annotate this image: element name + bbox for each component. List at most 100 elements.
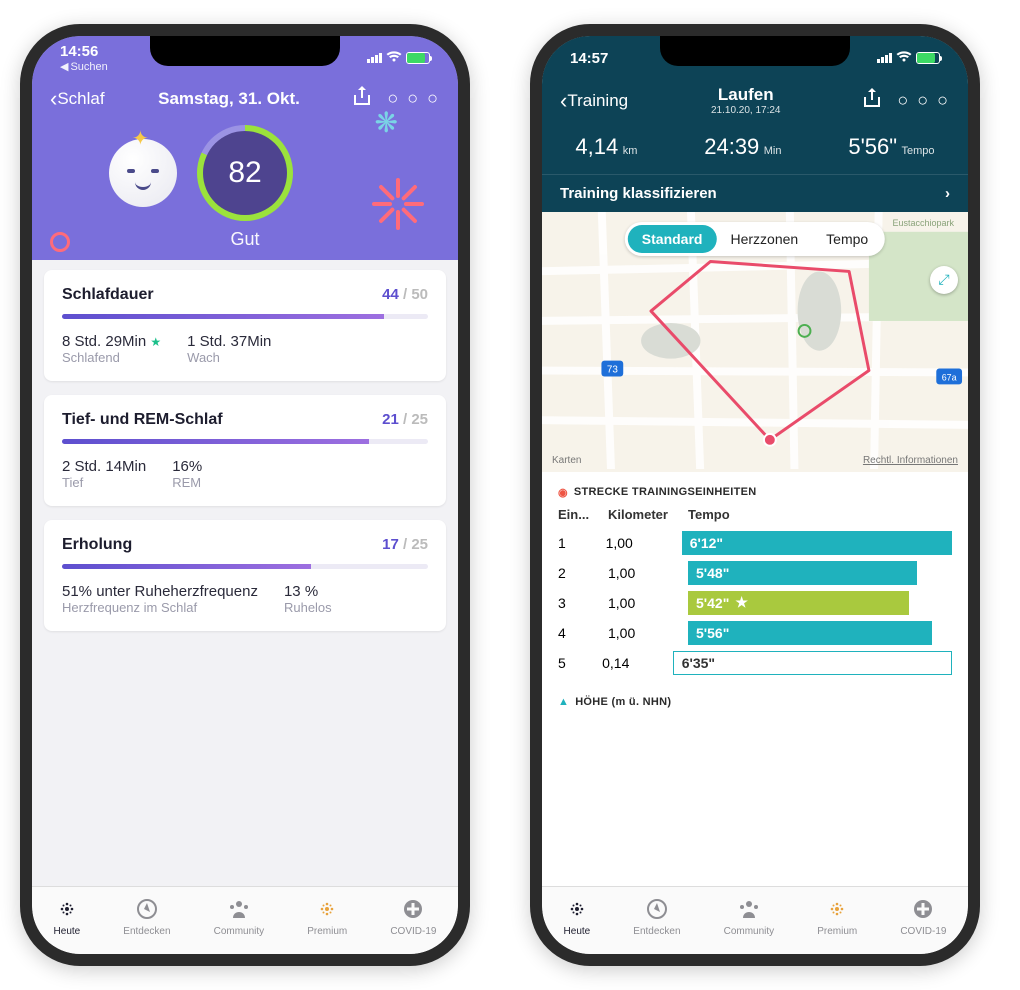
status-time: 14:57	[570, 50, 608, 67]
tab-compass[interactable]: Entdecken	[123, 898, 170, 937]
park-label: Eustacchiopark	[892, 218, 954, 228]
battery-icon	[406, 52, 430, 64]
map-segment-tempo[interactable]: Tempo	[812, 225, 882, 253]
split-row: 31,00 5'42" ★	[558, 588, 952, 618]
tab-heute[interactable]: Heute	[564, 898, 591, 937]
chevron-left-icon: ‹	[50, 88, 57, 110]
tab-heute[interactable]: Heute	[54, 898, 81, 937]
tab-bar: Heute Entdecken Community Premium COVID-19	[542, 886, 968, 954]
sleep-score-value: 82	[228, 156, 261, 190]
notch	[660, 36, 850, 66]
share-icon[interactable]	[863, 88, 881, 113]
tab-covid[interactable]: COVID-19	[390, 898, 436, 937]
map-provider: Karten	[552, 455, 581, 466]
run-stat: 5'56" Tempo	[848, 134, 934, 160]
status-right	[877, 51, 940, 66]
map-view[interactable]: 73 67a Eustacchiopark StandardHerzzonenT…	[542, 212, 968, 472]
card-stat: 1 Std. 37Min Wach	[187, 333, 271, 365]
back-button[interactable]: ‹ Training	[560, 90, 628, 112]
card-title: Schlafdauer	[62, 286, 154, 304]
premium-icon	[316, 898, 338, 924]
card-score: 44 / 50	[382, 286, 428, 303]
community-icon	[738, 898, 760, 924]
heute-icon	[56, 898, 78, 924]
phone-run: 14:57 ‹ Training Laufen 21.10.20, 17:24	[530, 24, 980, 966]
heute-icon	[566, 898, 588, 924]
firework-icon	[358, 176, 438, 256]
map-segments: StandardHerzzonenTempo	[625, 222, 885, 256]
signal-icon	[367, 53, 382, 63]
covid-icon	[912, 898, 934, 924]
page-title: Samstag, 31. Okt.	[158, 89, 300, 109]
more-icon[interactable]: ○ ○ ○	[897, 90, 950, 111]
covid-icon	[402, 898, 424, 924]
map-legal-link[interactable]: Rechtl. Informationen	[863, 455, 958, 466]
card-stat: 51% unter Ruheherzfrequenz Herzfrequenz …	[62, 583, 258, 615]
progress-bar	[62, 564, 428, 569]
card-stat: 13 % Ruhelos	[284, 583, 332, 615]
page-title: Laufen 21.10.20, 17:24	[711, 86, 781, 116]
split-row: 50,14 6'35"	[558, 648, 952, 678]
splits-heading: ◉ STRECKE TRAININGSEINHEITEN	[558, 486, 952, 499]
sleep-cards-list[interactable]: Schlafdauer 44 / 50 8 Std. 29Min ★ Schla…	[32, 260, 458, 886]
progress-bar	[62, 439, 428, 444]
tempo-bar: 5'48"	[688, 561, 917, 585]
expand-map-button[interactable]: ⤢	[930, 266, 958, 294]
signal-icon	[877, 53, 892, 63]
sleep-card[interactable]: Schlafdauer 44 / 50 8 Std. 29Min ★ Schla…	[44, 270, 446, 381]
circle-icon	[50, 232, 70, 252]
tab-premium[interactable]: Premium	[307, 898, 347, 937]
map-segment-herzzonen[interactable]: Herzzonen	[716, 225, 812, 253]
star-icon: ★	[735, 594, 748, 611]
notch	[150, 36, 340, 66]
card-score: 21 / 25	[382, 411, 428, 428]
run-summary-stats: 4,14 km 24:39 Min 5'56" Tempo	[542, 122, 968, 174]
map-segment-standard[interactable]: Standard	[628, 225, 717, 253]
tab-community[interactable]: Community	[214, 898, 265, 937]
community-icon	[228, 898, 250, 924]
run-stat: 4,14 km	[575, 134, 637, 160]
sparkle-icon: ✦	[132, 126, 149, 151]
split-row: 11,00 6'12"	[558, 528, 952, 558]
card-title: Tief- und REM-Schlaf	[62, 411, 223, 429]
battery-icon	[916, 52, 940, 64]
road-badge: 73	[607, 364, 619, 375]
run-body[interactable]: ◉ STRECKE TRAININGSEINHEITEN Ein... Kilo…	[542, 472, 968, 886]
star-icon: ★	[150, 335, 161, 349]
card-stat: 8 Std. 29Min ★ Schlafend	[62, 333, 161, 365]
tempo-bar: 6'35"	[673, 651, 952, 675]
tab-covid[interactable]: COVID-19	[900, 898, 946, 937]
status-right	[367, 51, 430, 66]
card-score: 17 / 25	[382, 536, 428, 553]
wifi-icon	[896, 51, 912, 66]
chevron-right-icon: ›	[945, 185, 950, 202]
progress-bar	[62, 314, 428, 319]
card-stat: 2 Std. 14Min Tief	[62, 458, 146, 490]
pin-icon: ◉	[558, 486, 568, 499]
back-button[interactable]: ‹ Schlaf	[50, 88, 105, 110]
tempo-bar: 5'56"	[688, 621, 932, 645]
tab-bar: Heute Entdecken Community Premium COVID-19	[32, 886, 458, 954]
altitude-heading: ▲ HÖHE (m ü. NHN)	[558, 696, 952, 708]
tab-community[interactable]: Community	[724, 898, 775, 937]
tempo-bar: 5'42" ★	[688, 591, 909, 615]
classify-training-row[interactable]: Training klassifizieren ›	[542, 174, 968, 212]
status-left: 14:56 ◀ Suchen	[60, 43, 108, 73]
mountain-icon: ▲	[558, 696, 569, 708]
tab-compass[interactable]: Entdecken	[633, 898, 680, 937]
compass-icon	[646, 898, 668, 924]
back-to-app[interactable]: ◀ Suchen	[60, 60, 108, 73]
run-stat: 24:39 Min	[704, 134, 781, 160]
wifi-icon	[386, 51, 402, 66]
status-time: 14:56	[60, 43, 108, 60]
phone-sleep: 14:56 ◀ Suchen ‹ Schlaf Samstag, 31. Okt…	[20, 24, 470, 966]
sparkle-icon: ❋	[375, 106, 398, 139]
chevron-left-icon: ‹	[560, 90, 567, 112]
sleep-card[interactable]: Tief- und REM-Schlaf 21 / 25 2 Std. 14Mi…	[44, 395, 446, 506]
split-row: 41,00 5'56"	[558, 618, 952, 648]
sleep-score-ring[interactable]: 82	[197, 125, 293, 221]
sleep-card[interactable]: Erholung 17 / 25 51% unter Ruheherzfrequ…	[44, 520, 446, 631]
tab-premium[interactable]: Premium	[817, 898, 857, 937]
share-icon[interactable]	[353, 86, 371, 111]
compass-icon	[136, 898, 158, 924]
